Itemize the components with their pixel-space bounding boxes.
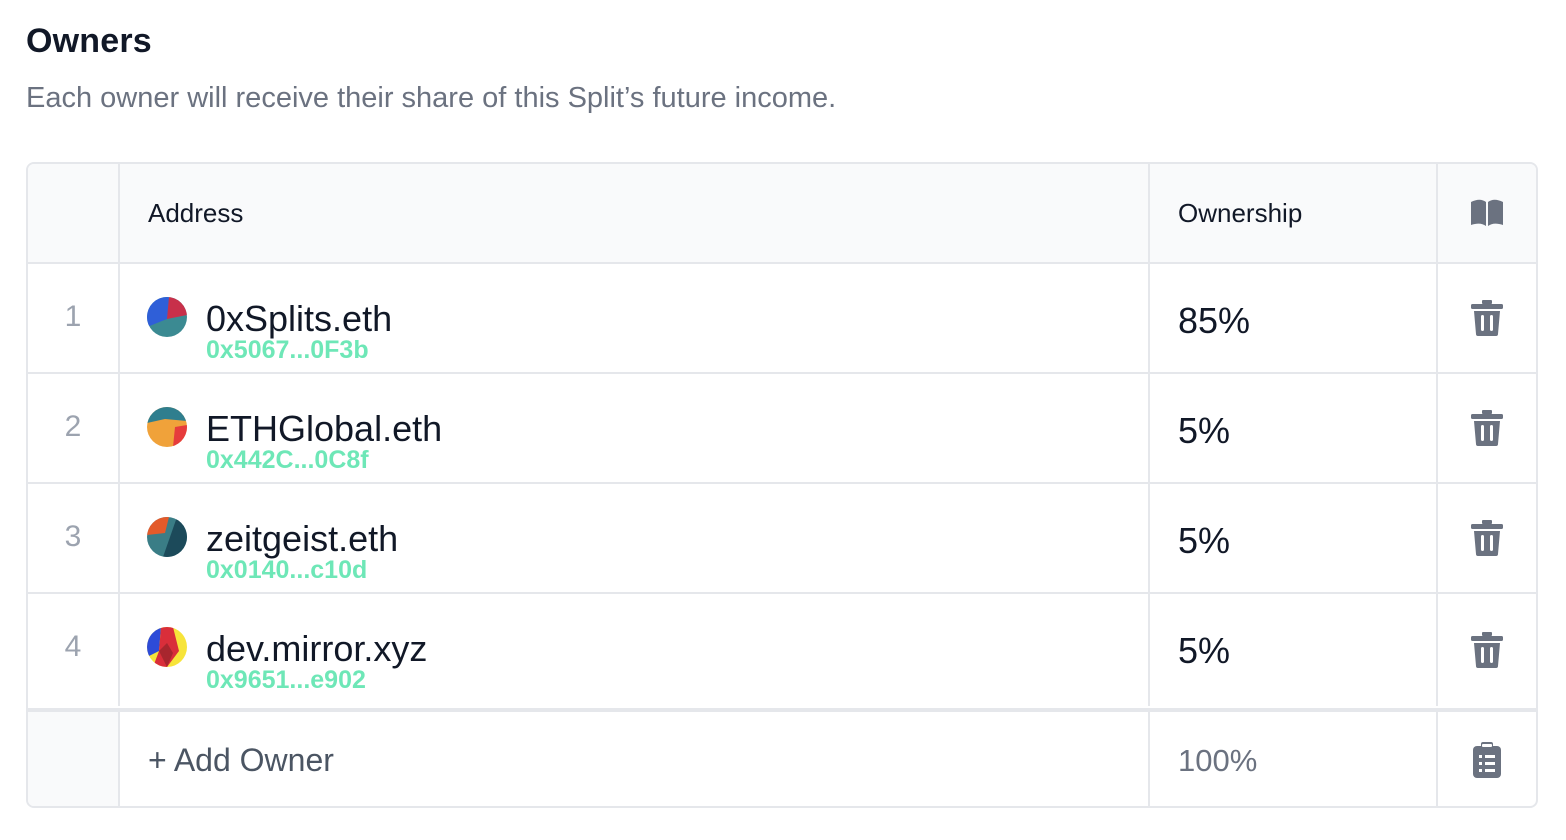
owners-section: Owners Each owner will receive their sha… (0, 0, 1566, 840)
owners-table: Address Ownership 1 0xSplits.eth 0x5067.… (26, 162, 1538, 808)
header-address-cell: Address (120, 164, 1150, 262)
trash-icon[interactable] (1469, 518, 1505, 558)
ownership-value[interactable]: 85% (1178, 300, 1250, 342)
column-header-ownership: Ownership (1178, 198, 1303, 228)
owner-address[interactable]: 0x442C...0C8f (206, 446, 369, 475)
table-header: Address Ownership (28, 164, 1536, 264)
row-index: 1 (64, 300, 82, 333)
row-index: 4 (64, 630, 82, 663)
column-header-address: Address (148, 198, 244, 228)
table-footer: + Add Owner 100% (28, 708, 1536, 806)
table-row: 4 dev.mirror.xyz 0x9651...e902 5% (28, 594, 1536, 706)
ownership-total: 100% (1178, 743, 1258, 778)
section-title: Owners (26, 22, 152, 60)
trash-icon[interactable] (1469, 408, 1505, 448)
avatar (147, 517, 187, 557)
row-index: 2 (64, 410, 82, 443)
table-row: 1 0xSplits.eth 0x5067...0F3b 85% (28, 264, 1536, 374)
section-subtitle: Each owner will receive their share of t… (26, 82, 837, 114)
row-index: 3 (64, 520, 82, 553)
owner-ens-name: dev.mirror.xyz (206, 628, 428, 669)
add-owner-button[interactable]: + Add Owner (148, 742, 334, 779)
trash-icon[interactable] (1469, 298, 1505, 338)
avatar (147, 297, 187, 337)
owner-ens-name: zeitgeist.eth (206, 518, 399, 559)
ownership-value[interactable]: 5% (1178, 410, 1230, 452)
ownership-value[interactable]: 5% (1178, 630, 1230, 672)
ownership-value[interactable]: 5% (1178, 520, 1230, 562)
header-ownership-cell: Ownership (1150, 164, 1438, 262)
owner-address[interactable]: 0x5067...0F3b (206, 336, 369, 365)
table-row: 2 ETHGlobal.eth 0x442C...0C8f 5% (28, 374, 1536, 484)
owner-address[interactable]: 0x9651...e902 (206, 666, 366, 695)
trash-icon[interactable] (1469, 630, 1505, 670)
avatar (147, 407, 187, 447)
owner-ens-name: 0xSplits.eth (206, 298, 393, 339)
clipboard-list-icon[interactable] (1469, 740, 1505, 780)
owner-address[interactable]: 0x0140...c10d (206, 556, 367, 585)
book-open-icon[interactable] (1469, 193, 1505, 233)
avatar (147, 627, 187, 667)
owner-ens-name: ETHGlobal.eth (206, 408, 443, 449)
header-action-cell (1438, 164, 1536, 262)
header-index-cell (28, 164, 120, 262)
table-row: 3 zeitgeist.eth 0x0140...c10d 5% (28, 484, 1536, 594)
